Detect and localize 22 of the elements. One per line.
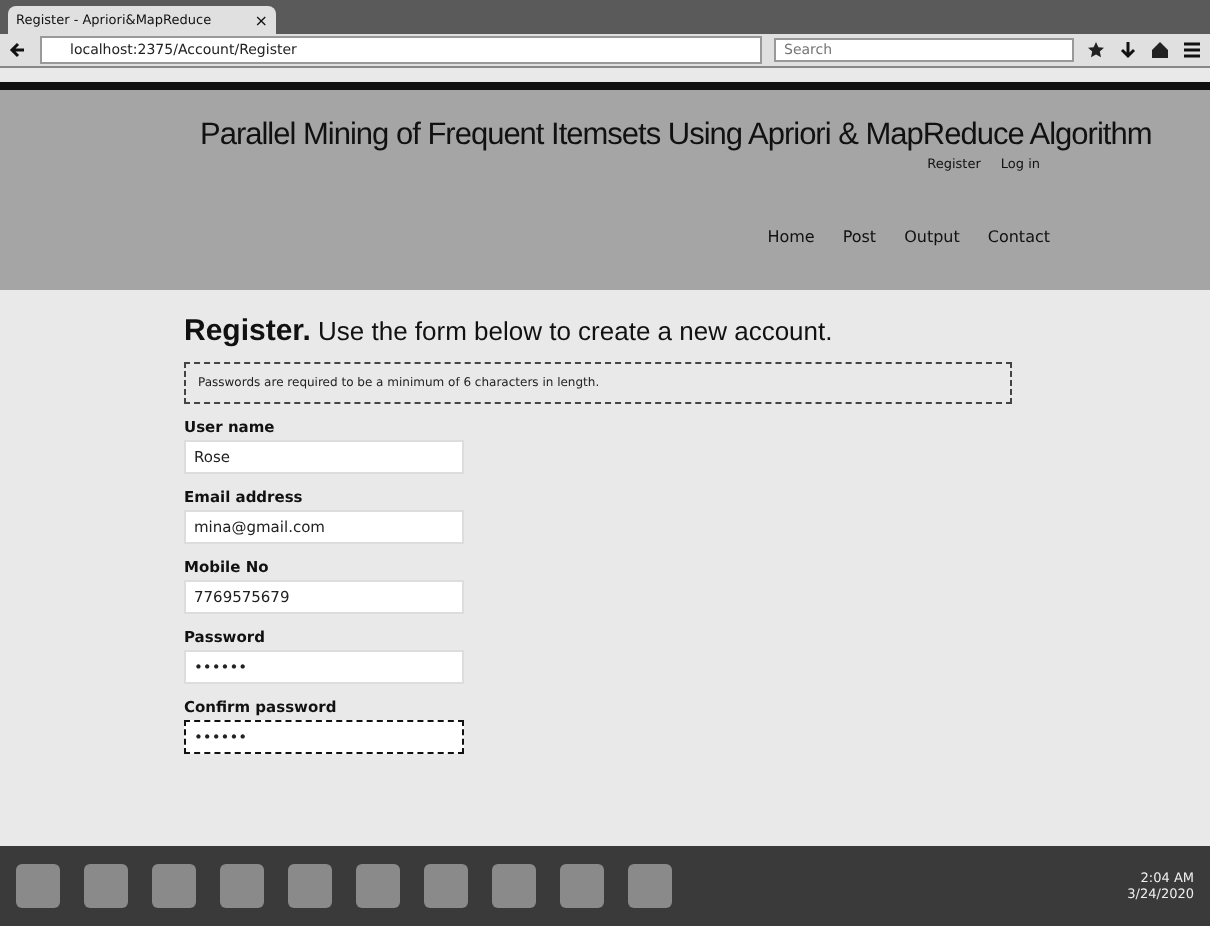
nav-link[interactable]: Post: [842, 228, 877, 246]
back-icon[interactable]: [8, 40, 28, 60]
home-icon[interactable]: [1150, 40, 1170, 60]
app-icon[interactable]: [16, 864, 60, 908]
app-icon[interactable]: [220, 864, 264, 908]
site-title: Parallel Mining of Frequent Itemsets Using Apriori & MapReduce Algorithm: [200, 118, 1154, 154]
app-icon[interactable]: [152, 864, 196, 908]
page-heading: Register. Use the form below to create a new account.: [184, 314, 835, 348]
app-icon[interactable]: [356, 864, 400, 908]
close-icon[interactable]: ×: [254, 11, 268, 29]
star-icon[interactable]: [1086, 40, 1106, 60]
nav-link[interactable]: Home: [767, 228, 815, 246]
app-icon[interactable]: [288, 864, 332, 908]
app-icon[interactable]: [424, 864, 468, 908]
menu-icon[interactable]: [1182, 40, 1202, 60]
app-icon[interactable]: [84, 864, 128, 908]
app-icon[interactable]: [492, 864, 536, 908]
nav-link[interactable]: Contact: [987, 228, 1050, 246]
download-icon[interactable]: [1118, 40, 1138, 60]
app-icon[interactable]: [560, 864, 604, 908]
app-icon[interactable]: [628, 864, 672, 908]
nav-link[interactable]: Output: [904, 228, 960, 246]
